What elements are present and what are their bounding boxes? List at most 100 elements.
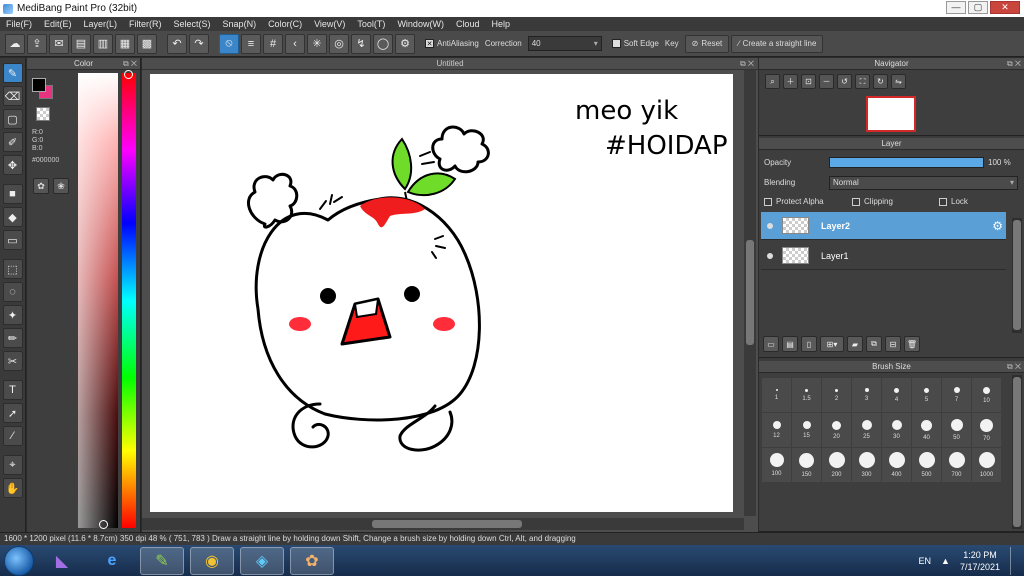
snap-ellipse-icon[interactable]: ◯	[373, 33, 393, 54]
brush-size-cell[interactable]: 40	[912, 413, 941, 447]
zoom-out-icon[interactable]: －	[819, 74, 834, 89]
comment-icon[interactable]: ✉	[49, 33, 69, 54]
opacity-slider[interactable]	[829, 157, 984, 168]
duplicate-layer-icon[interactable]: ⧉	[866, 336, 882, 352]
brush-scroll-thumb[interactable]	[1013, 377, 1021, 527]
delete-layer-icon[interactable]: 🗑	[904, 336, 920, 352]
brush-size-cell[interactable]: 3	[852, 378, 881, 412]
snap-radial-icon[interactable]: ✳	[307, 33, 327, 54]
folder-icon[interactable]: ▰	[847, 336, 863, 352]
menu-cloud[interactable]: Cloud	[456, 19, 480, 29]
brush-size-close-icon[interactable]: ⧉ ✕	[1007, 361, 1021, 373]
clipping-toggle[interactable]: Clipping	[852, 197, 893, 206]
zoom-in-icon[interactable]: ＋	[783, 74, 798, 89]
undo-icon[interactable]: ↶	[167, 33, 187, 54]
new-halftone-layer-icon[interactable]: ▤	[782, 336, 798, 352]
layer-row[interactable]: Layer1	[761, 242, 1006, 270]
drawing-canvas[interactable]: meo yik #HOIDAP	[150, 74, 733, 512]
divide-tool-icon[interactable]: ⁄	[2, 426, 23, 446]
lock-checkbox[interactable]	[939, 197, 947, 206]
menu-tool[interactable]: Tool(T)	[357, 19, 385, 29]
brush-size-cell[interactable]: 20	[822, 413, 851, 447]
fullscreen-icon[interactable]: ⛶	[855, 74, 870, 89]
paint-app-icon[interactable]: ✎	[140, 546, 184, 575]
fit-icon[interactable]: ⊡	[801, 74, 816, 89]
redo-icon[interactable]: ↷	[189, 33, 209, 54]
soft-edge-checkbox[interactable]	[611, 39, 621, 48]
blur-tool-icon[interactable]: ✐	[2, 132, 23, 152]
panel-icon[interactable]: ▤	[71, 33, 91, 54]
medibang-icon[interactable]: ◈	[240, 546, 284, 575]
canvas-horizontal-scrollbar[interactable]	[142, 518, 744, 530]
show-desktop-button[interactable]	[1010, 546, 1020, 575]
reset-button[interactable]: ⊘ Reset	[684, 34, 730, 53]
brush-size-cell[interactable]: 2	[822, 378, 851, 412]
maximize-button[interactable]: ▢	[968, 1, 988, 14]
brush-size-cell[interactable]: 5	[912, 378, 941, 412]
page-icon[interactable]: ▥	[93, 33, 113, 54]
navigator-preview[interactable]	[866, 96, 916, 132]
saturation-value-picker[interactable]	[78, 73, 118, 528]
new-layer-icon[interactable]: ▭	[763, 336, 779, 352]
blending-select[interactable]: Normal	[829, 176, 1018, 190]
layer-scroll-thumb[interactable]	[1013, 220, 1021, 330]
lasso-tool-icon[interactable]: ◌	[2, 282, 23, 302]
text-tool-icon[interactable]: T	[2, 380, 23, 400]
brush-size-cell[interactable]: 1	[762, 378, 791, 412]
brush-tool-icon[interactable]: ✎	[2, 63, 23, 83]
clipping-checkbox[interactable]	[852, 197, 860, 206]
new-1bit-layer-icon[interactable]: ▯	[801, 336, 817, 352]
straight-line-button[interactable]: ∕ Create a straight line	[731, 34, 824, 53]
brush-size-cell[interactable]: 7	[942, 378, 971, 412]
snap-settings-icon[interactable]: ⚙	[395, 33, 415, 54]
close-button[interactable]: ✕	[990, 1, 1020, 14]
brush-size-cell[interactable]: 400	[882, 448, 911, 482]
export-icon[interactable]: ⇪	[27, 33, 47, 54]
transparent-color-swatch[interactable]	[36, 107, 50, 121]
clock[interactable]: 1:20 PM 7/17/2021	[960, 549, 1000, 573]
color-picker-handle[interactable]	[99, 520, 108, 529]
start-button[interactable]	[4, 545, 34, 576]
brush-size-cell[interactable]: 30	[882, 413, 911, 447]
layer-row[interactable]: Layer2 ⚙	[761, 212, 1006, 240]
select-pen-tool-icon[interactable]: ✏	[2, 328, 23, 348]
brush-size-cell[interactable]: 10	[972, 378, 1001, 412]
menu-snap[interactable]: Snap(N)	[223, 19, 257, 29]
navigator-close-icon[interactable]: ⧉ ✕	[1007, 58, 1021, 70]
brush-size-cell[interactable]: 50	[942, 413, 971, 447]
brush-size-cell[interactable]: 25	[852, 413, 881, 447]
foreground-color-swatch[interactable]	[32, 78, 46, 92]
merge-layer-icon[interactable]: ⊟	[885, 336, 901, 352]
protect-alpha-checkbox[interactable]	[764, 197, 772, 206]
move-tool-icon[interactable]: ✥	[2, 155, 23, 175]
snap-cross-icon[interactable]: #	[263, 33, 283, 54]
snap-circle-icon[interactable]: ◎	[329, 33, 349, 54]
menu-window[interactable]: Window(W)	[397, 19, 444, 29]
palette-icon[interactable]: ✿	[33, 178, 49, 194]
eraser-tool-icon[interactable]: ⌫	[2, 86, 23, 106]
snap-off-icon[interactable]: ⦸	[219, 33, 239, 54]
snap-curve-icon[interactable]: ↯	[351, 33, 371, 54]
bucket-tool-icon[interactable]: ◆	[2, 207, 23, 227]
magic-wand-tool-icon[interactable]: ✦	[2, 305, 23, 325]
hue-slider[interactable]	[122, 73, 136, 528]
cloud-icon[interactable]: ☁	[5, 33, 25, 54]
book-icon[interactable]: ▦	[115, 33, 135, 54]
visibility-icon[interactable]	[767, 222, 773, 229]
brush-size-cell[interactable]: 1000	[972, 448, 1001, 482]
vertical-scroll-thumb[interactable]	[746, 240, 754, 345]
panel-close-icon[interactable]: ⧉ ✕	[123, 58, 137, 70]
visual-studio-icon[interactable]: ◣	[40, 547, 84, 575]
menu-layer[interactable]: Layer(L)	[84, 19, 118, 29]
language-indicator[interactable]: EN	[919, 556, 932, 566]
antialiasing-checkbox[interactable]: ✕	[425, 39, 434, 48]
menu-filter[interactable]: Filter(R)	[129, 19, 162, 29]
antialiasing-toggle[interactable]: ✕ AntiAliasing	[425, 39, 479, 48]
menu-select[interactable]: Select(S)	[174, 19, 211, 29]
brush-size-cell[interactable]: 200	[822, 448, 851, 482]
minimize-button[interactable]: —	[946, 1, 966, 14]
flip-icon[interactable]: ⇋	[891, 74, 906, 89]
brush-size-cell[interactable]: 15	[792, 413, 821, 447]
hand-tool-icon[interactable]: ✋	[2, 478, 23, 498]
color-settings-icon[interactable]: ❀	[53, 178, 69, 194]
